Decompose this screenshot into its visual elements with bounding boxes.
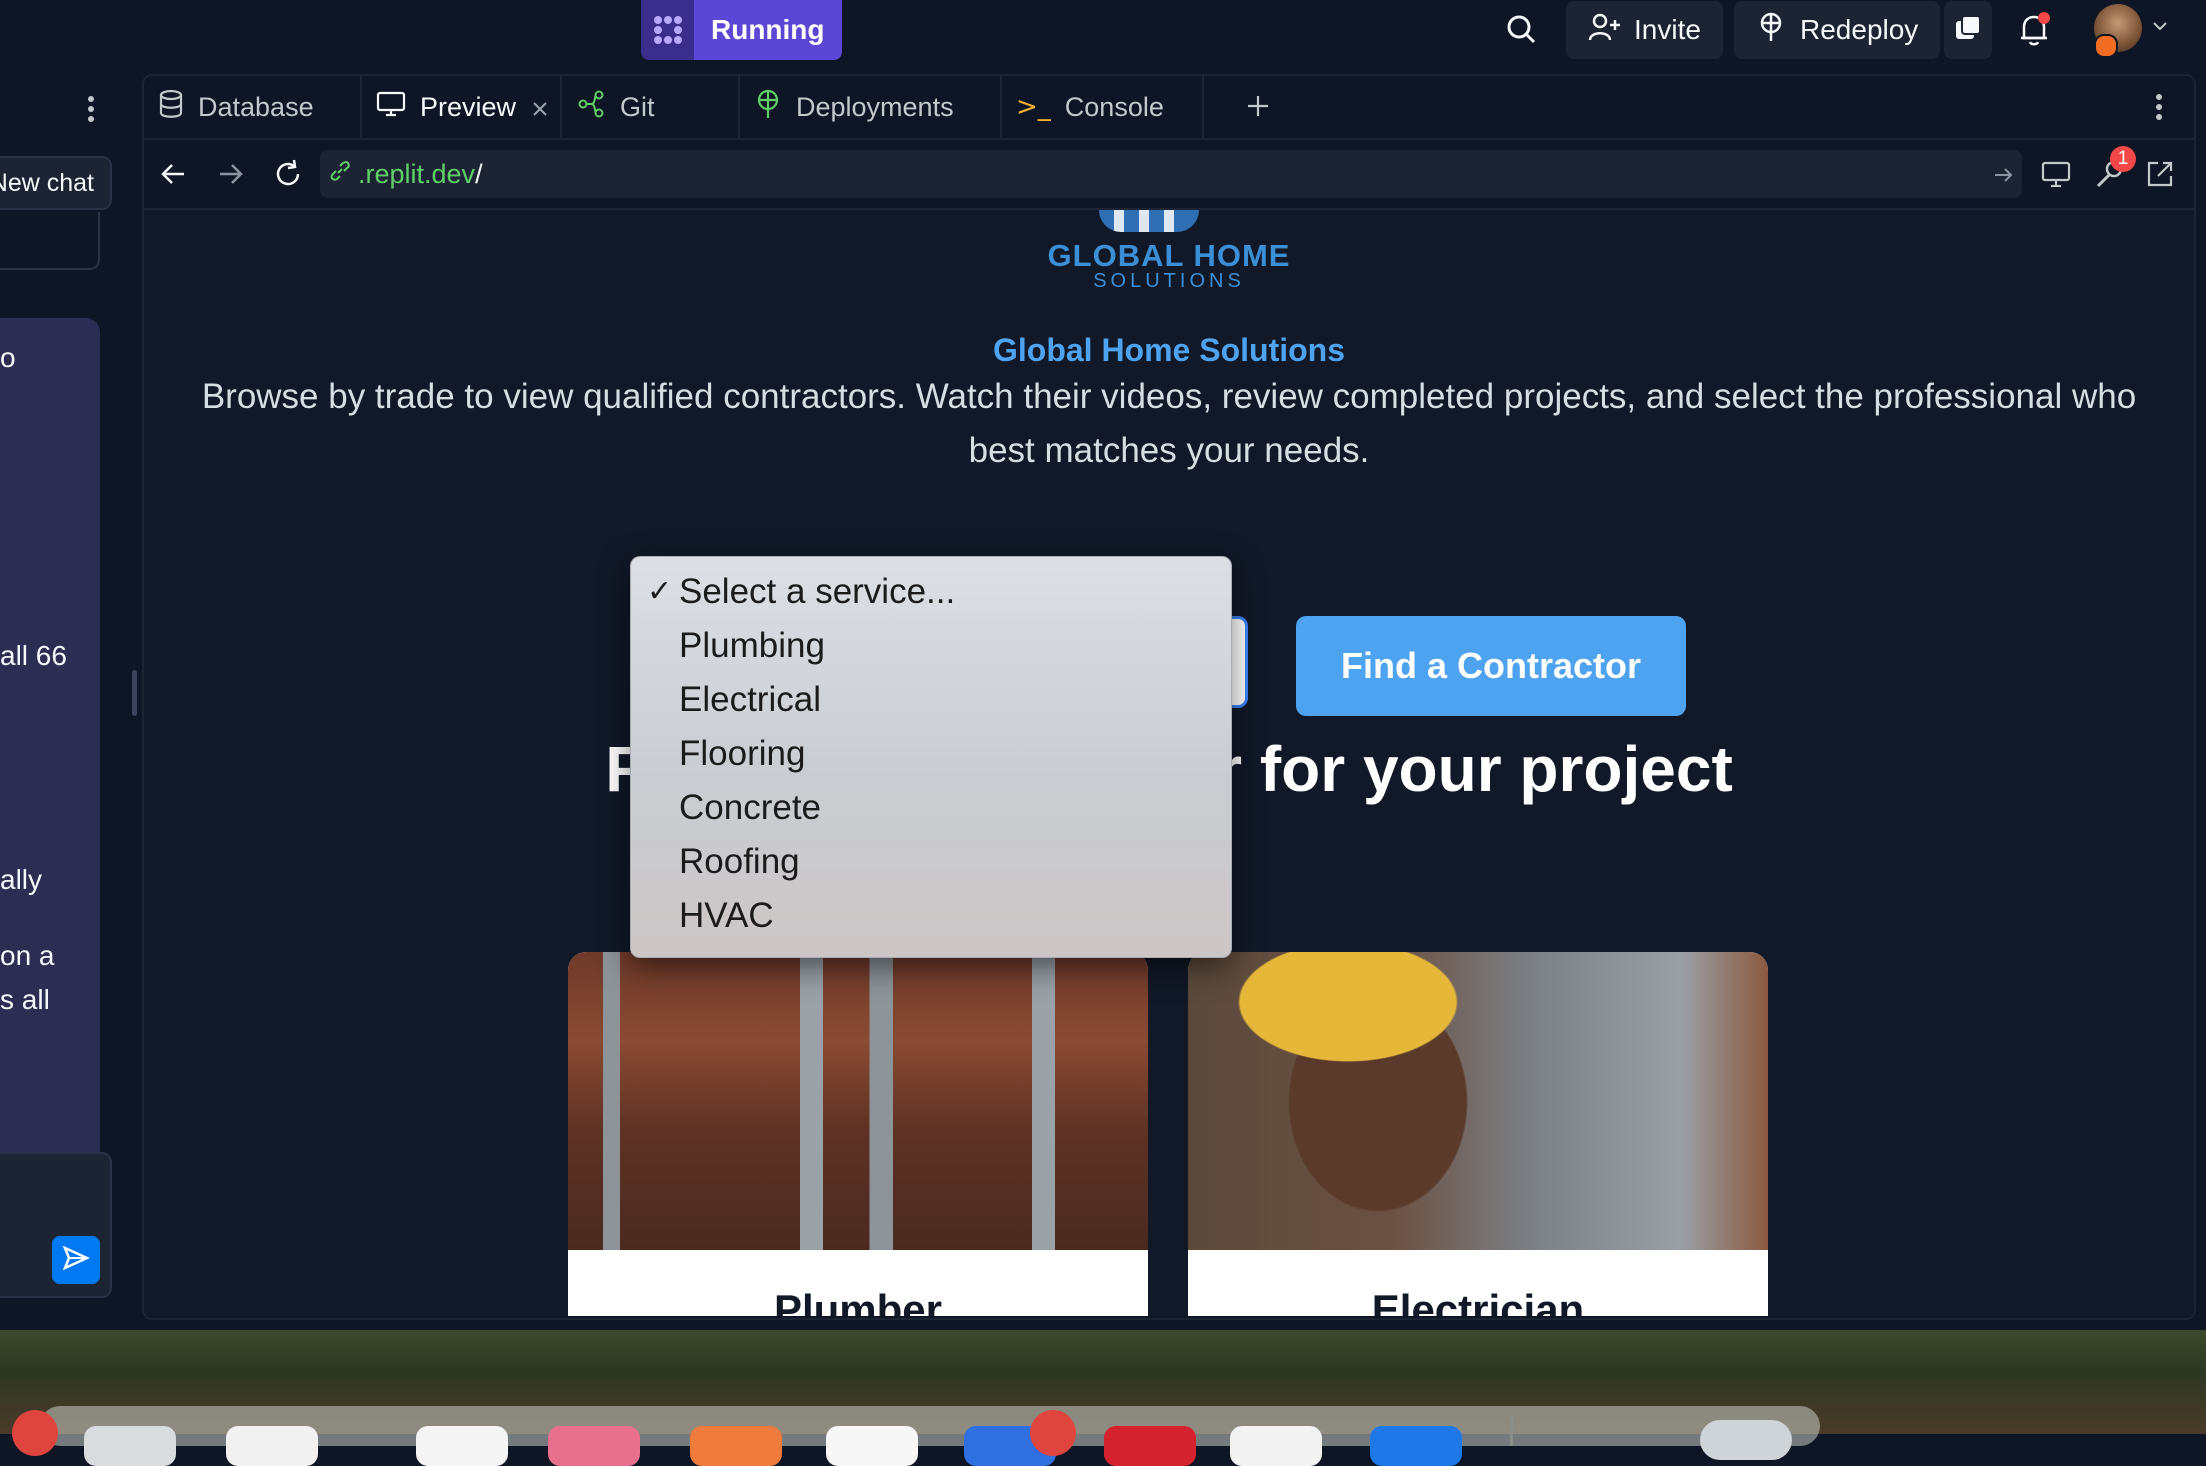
- find-contractor-button[interactable]: Find a Contractor: [1296, 616, 1686, 716]
- add-user-icon: [1588, 12, 1620, 49]
- card-title: Plumber: [773, 1286, 943, 1316]
- url-field[interactable]: .replit.dev /: [320, 150, 2022, 198]
- contractor-card[interactable]: Electrician: [1188, 952, 1768, 1316]
- bell-icon[interactable]: [2018, 12, 2050, 53]
- brand-title[interactable]: Global Home Solutions: [144, 332, 2194, 369]
- tab-label: Preview: [420, 91, 517, 122]
- intro-text: Browse by trade to view qualified contra…: [201, 377, 2137, 470]
- checkmark-icon: ✓: [647, 574, 673, 609]
- database-icon: [158, 89, 184, 126]
- dock-app-icon[interactable]: [826, 1426, 918, 1466]
- notification-badge: 1: [2110, 146, 2136, 172]
- dock-divider: [1510, 1416, 1513, 1446]
- dropdown-option[interactable]: Flooring: [679, 727, 805, 781]
- run-label: Running: [694, 0, 842, 60]
- tab-preview[interactable]: Preview: [362, 76, 562, 138]
- chat-history-item[interactable]: [0, 212, 100, 270]
- tab-database[interactable]: Database: [144, 76, 362, 138]
- invite-label: Invite: [1634, 14, 1701, 45]
- add-tab-icon[interactable]: [1244, 92, 1272, 125]
- dock-app-icon[interactable]: [1230, 1426, 1322, 1466]
- send-icon: [62, 1244, 91, 1277]
- chat-panel: New chat o all 66 ally on a s all: [0, 72, 137, 1322]
- dock-app-icon[interactable]: [1700, 1420, 1792, 1460]
- dock-app-icon[interactable]: [1370, 1426, 1462, 1466]
- more-options-icon[interactable]: [2154, 92, 2164, 127]
- tab-git[interactable]: Git: [562, 76, 740, 138]
- logo-subtext: SOLUTIONS: [1093, 270, 1245, 292]
- electrician-photo: [1188, 952, 1768, 1250]
- dropdown-option[interactable]: Plumbing: [679, 619, 825, 673]
- redeploy-button[interactable]: Redeploy: [1734, 1, 1941, 59]
- card-title: Electrician: [1371, 1286, 1585, 1316]
- dropdown-option[interactable]: Electrical: [679, 673, 821, 727]
- dock-app-icon[interactable]: [416, 1426, 508, 1466]
- chat-text-fragment: all 66: [0, 640, 67, 671]
- dock: [12, 1406, 1820, 1466]
- plumber-photo: [568, 952, 1148, 1250]
- tab-label: Deployments: [796, 91, 954, 122]
- chat-message: o all 66 ally on a s all: [0, 318, 100, 1178]
- chat-text-fragment: o: [0, 342, 16, 373]
- window-stack-icon: [1954, 14, 1982, 47]
- deploy-icon: [1756, 12, 1786, 49]
- chat-text-fragment: ally: [0, 864, 43, 895]
- redeploy-label: Redeploy: [1800, 14, 1919, 45]
- top-bar: Running Invite Redeploy: [0, 0, 2206, 72]
- heading-part: or for your project: [1178, 733, 1733, 805]
- dock-badge: [12, 1410, 58, 1456]
- go-arrow-icon[interactable]: [1992, 162, 2014, 193]
- logo-emblem: [1099, 210, 1199, 232]
- dropdown-option[interactable]: HVAC: [679, 889, 774, 943]
- tab-label: Database: [198, 91, 314, 122]
- device-preview-icon[interactable]: [2040, 158, 2072, 195]
- service-dropdown-menu[interactable]: ✓ Select a service... Plumbing Electrica…: [630, 556, 1232, 958]
- monitor-icon: [376, 90, 406, 125]
- url-path: /: [475, 158, 483, 189]
- deploy-icon: [754, 89, 782, 126]
- dropdown-option[interactable]: Roofing: [679, 835, 800, 889]
- stop-icon: [641, 0, 694, 60]
- dropdown-option[interactable]: Concrete: [679, 781, 821, 835]
- dock-app-icon[interactable]: [1104, 1426, 1196, 1466]
- back-icon[interactable]: [160, 160, 188, 193]
- more-options-icon[interactable]: [86, 94, 96, 129]
- reload-icon[interactable]: [272, 158, 304, 195]
- dock-app-icon[interactable]: [226, 1426, 318, 1466]
- link-icon: [328, 159, 352, 190]
- open-new-tab-icon[interactable]: [2144, 158, 2176, 195]
- close-icon[interactable]: [530, 95, 550, 126]
- preview-toolbar: .replit.dev / 1: [144, 140, 2194, 210]
- send-button[interactable]: [52, 1236, 100, 1284]
- chat-text-fragment: on a: [0, 940, 55, 971]
- tab-label: Console: [1064, 91, 1164, 122]
- chevron-down-icon[interactable]: [2150, 16, 2170, 41]
- chat-text-fragment: s all: [0, 984, 50, 1015]
- terminal-icon: >_: [1016, 92, 1051, 122]
- dock-badge: [1030, 1410, 1076, 1456]
- tab-deployments[interactable]: Deployments: [740, 76, 1002, 138]
- tab-bar: Database Preview Git Deployments >_ Cons…: [144, 76, 2194, 140]
- git-icon: [576, 89, 606, 126]
- tab-label: Git: [620, 91, 655, 122]
- status-badge: [2094, 34, 2118, 58]
- logo-text: GLOBAL HOME: [1047, 238, 1291, 273]
- new-chat-label: New chat: [0, 168, 94, 197]
- multiplayer-button[interactable]: [1944, 1, 1992, 59]
- contractor-card[interactable]: Plumber: [568, 952, 1148, 1316]
- url-host: .replit.dev: [358, 158, 476, 189]
- dropdown-option[interactable]: Select a service...: [679, 565, 955, 619]
- dock-app-icon[interactable]: [690, 1426, 782, 1466]
- forward-icon[interactable]: [216, 160, 244, 193]
- resize-handle[interactable]: [132, 670, 137, 716]
- invite-button[interactable]: Invite: [1566, 1, 1723, 59]
- new-chat-button[interactable]: New chat: [0, 156, 112, 210]
- run-button[interactable]: Running: [641, 0, 842, 60]
- tab-console[interactable]: >_ Console: [1002, 76, 1204, 138]
- dock-app-icon[interactable]: [84, 1426, 176, 1466]
- search-icon[interactable]: [1506, 14, 1536, 49]
- dock-app-icon[interactable]: [548, 1426, 640, 1466]
